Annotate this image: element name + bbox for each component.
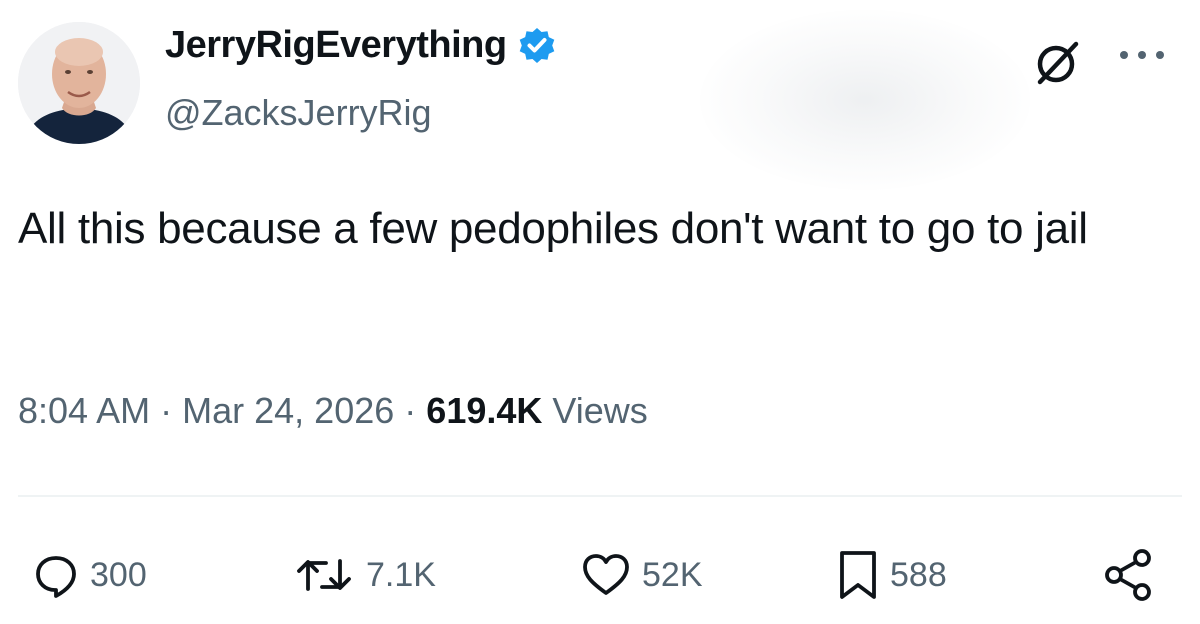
like-button[interactable]: 52K [580, 540, 703, 610]
display-name-text[interactable]: JerryRigEverything [165, 24, 507, 67]
tweet-text: All this because a few pedophiles don't … [18, 204, 1088, 253]
like-icon [580, 551, 632, 599]
avatar[interactable] [18, 22, 140, 144]
tweet-time[interactable]: 8:04 AM [18, 390, 150, 431]
bookmark-count: 588 [890, 555, 947, 594]
repost-button[interactable]: 7.1K [292, 540, 436, 610]
meta-separator: · [160, 390, 173, 431]
author-handle[interactable]: @ZacksJerryRig [165, 92, 432, 134]
reply-count: 300 [90, 555, 147, 594]
like-count: 52K [642, 555, 703, 594]
grok-icon[interactable] [1032, 38, 1082, 88]
reply-button[interactable]: 300 [32, 540, 147, 610]
reply-icon [32, 551, 80, 599]
verified-badge-icon [517, 26, 557, 66]
tweet-date[interactable]: Mar 24, 2026 [182, 390, 394, 431]
repost-icon [292, 551, 356, 599]
repost-count: 7.1K [366, 555, 436, 594]
screen-glare [700, 10, 1030, 190]
bookmark-button[interactable]: 588 [836, 540, 947, 610]
author-display-name[interactable]: JerryRigEverything [165, 24, 557, 67]
avatar-image [18, 22, 140, 144]
action-bar: 300 7.1K 52K 588 [0, 540, 1200, 610]
views-count: 619.4K [426, 390, 543, 431]
tweet-meta: 8:04 AM · Mar 24, 2026 · 619.4K Views [18, 390, 648, 432]
tweet-card: JerryRigEverything @ZacksJerryRig All th… [0, 0, 1200, 624]
divider [18, 495, 1182, 497]
share-icon [1098, 545, 1158, 605]
share-button[interactable] [1098, 540, 1158, 610]
views-label: Views [552, 390, 648, 431]
more-icon[interactable] [1112, 40, 1172, 70]
meta-separator: · [404, 390, 417, 431]
bookmark-icon [836, 549, 880, 601]
